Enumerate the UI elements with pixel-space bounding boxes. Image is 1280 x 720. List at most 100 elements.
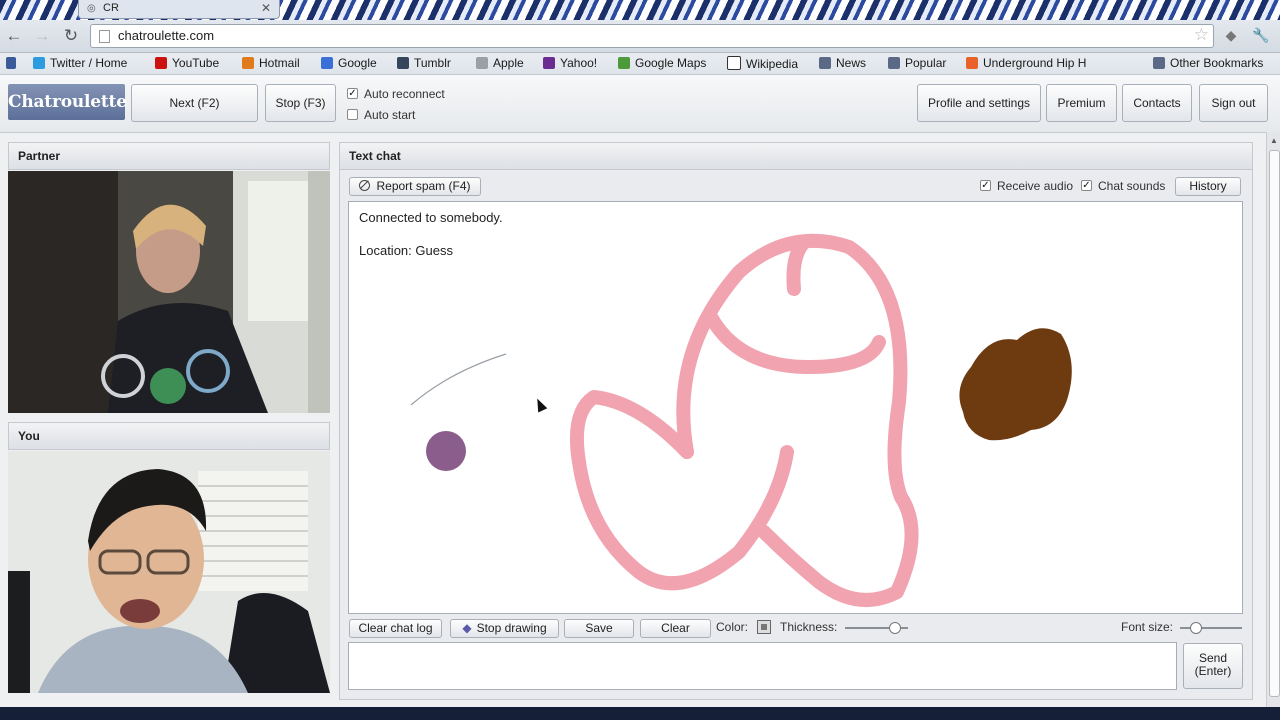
bookmark-label: Twitter / Home <box>50 56 128 70</box>
bookmark-apple[interactable]: Apple <box>476 56 524 70</box>
folder-icon <box>1153 57 1165 69</box>
drawn-brown-blob <box>959 328 1072 441</box>
report-spam-button[interactable]: Report spam (F4) <box>349 177 481 196</box>
receive-audio-checkbox[interactable]: ✓ <box>980 180 991 191</box>
bookmark-label: Popular <box>905 56 947 70</box>
apple-icon <box>476 57 488 69</box>
bookmark-tumblr[interactable]: Tumblr <box>397 56 451 70</box>
reload-icon[interactable]: ↻ <box>61 26 81 46</box>
chat-sounds-label: Chat sounds <box>1098 179 1166 193</box>
bookmark-star-icon[interactable]: ☆ <box>1194 25 1209 45</box>
page-icon <box>99 30 110 43</box>
partner-panel-title: Partner <box>8 142 330 170</box>
bookmark-yahoo[interactable]: Yahoo! <box>543 56 597 70</box>
report-icon <box>359 180 371 191</box>
clear-button[interactable]: Clear <box>640 619 711 638</box>
bookmark-underground[interactable]: Underground Hip H <box>966 56 1086 70</box>
send-button[interactable]: Send (Enter) <box>1183 643 1243 689</box>
youtube-icon <box>155 57 167 69</box>
address-url: chatroulette.com <box>118 28 215 43</box>
wrench-icon[interactable]: 🔧 <box>1252 27 1270 45</box>
bookmark-label: News <box>836 56 867 70</box>
auto-reconnect-label: Auto reconnect <box>364 87 445 101</box>
hotmail-icon <box>242 57 254 69</box>
scroll-up-icon[interactable]: ▲ <box>1270 136 1278 145</box>
chatroulette-logo[interactable]: Chatroulette <box>8 84 127 120</box>
bookmark-label: Tumblr <box>414 56 451 70</box>
google-maps-icon <box>618 57 630 69</box>
drawing-layer <box>410 233 1072 607</box>
premium-button[interactable]: Premium <box>1046 84 1117 122</box>
font-size-slider[interactable] <box>1180 622 1242 634</box>
save-button[interactable]: Save <box>564 619 634 638</box>
partner-video <box>8 171 330 413</box>
auto-start-label: Auto start <box>364 108 416 122</box>
thickness-label: Thickness: <box>780 620 838 634</box>
next-button[interactable]: Next (F2) <box>131 84 258 122</box>
pencil-icon: ◆ <box>462 621 472 635</box>
bookmark-wikipedia[interactable]: Wikipedia <box>727 56 798 71</box>
folder-icon <box>888 57 900 69</box>
tab-close-icon[interactable]: ✕ <box>261 1 271 15</box>
receive-audio-label: Receive audio <box>997 179 1074 193</box>
bookmark-label: Apple <box>493 56 524 70</box>
blogger-icon <box>966 57 978 69</box>
tab-favicon-icon: ◎ <box>87 3 96 14</box>
other-bookmarks-label: Other Bookmarks <box>1170 56 1264 70</box>
chat-sounds-checkbox[interactable]: ✓ <box>1081 180 1092 191</box>
clear-chat-log-button[interactable]: Clear chat log <box>349 619 442 638</box>
history-button[interactable]: History <box>1175 177 1241 196</box>
apps-icon[interactable] <box>6 56 21 70</box>
report-spam-label: Report spam (F4) <box>376 179 471 193</box>
yahoo-icon <box>543 57 555 69</box>
you-panel-title: You <box>8 422 330 450</box>
chat-drawing-canvas[interactable]: Connected to somebody. Location: Guess <box>348 201 1243 614</box>
other-bookmarks[interactable]: Other Bookmarks <box>1153 56 1263 70</box>
tumblr-icon <box>397 57 409 69</box>
google-icon <box>321 57 333 69</box>
scrollbar-thumb[interactable] <box>1269 150 1280 697</box>
bookmark-youtube[interactable]: YouTube <box>155 56 219 70</box>
bookmark-google-maps[interactable]: Google Maps <box>618 56 706 70</box>
sign-out-button[interactable]: Sign out <box>1199 84 1268 122</box>
browser-tab[interactable]: ◎ CR ✕ <box>78 0 280 19</box>
drawn-gray-line <box>410 353 507 406</box>
twitter-icon <box>33 57 45 69</box>
extension-icon[interactable]: ◆ <box>1222 27 1240 45</box>
bookmark-hotmail[interactable]: Hotmail <box>242 56 300 70</box>
bookmark-label: Yahoo! <box>560 56 598 70</box>
auto-reconnect-checkbox[interactable]: ✓ <box>347 88 358 99</box>
bookmark-twitter[interactable]: Twitter / Home <box>33 56 127 70</box>
text-chat-title: Text chat <box>339 142 1253 170</box>
stop-button[interactable]: Stop (F3) <box>265 84 336 122</box>
drawn-pink-shape <box>569 233 919 607</box>
drawn-purple-dot <box>426 431 466 471</box>
bookmark-popular[interactable]: Popular <box>888 56 946 70</box>
wikipedia-icon <box>727 56 741 70</box>
font-size-slider-handle[interactable] <box>1189 622 1202 634</box>
stop-drawing-button[interactable]: ◆ Stop drawing <box>450 619 559 638</box>
auto-start-checkbox[interactable] <box>347 109 358 120</box>
bookmark-google[interactable]: Google <box>321 56 377 70</box>
forward-icon[interactable]: → <box>32 26 52 46</box>
color-label: Color: <box>716 620 749 634</box>
profile-settings-button[interactable]: Profile and settings <box>917 84 1041 122</box>
address-bar[interactable]: chatroulette.com ☆ <box>90 24 1214 48</box>
bookmark-label: Underground Hip H <box>983 56 1087 70</box>
page-scrollbar[interactable]: ▲ <box>1266 132 1280 707</box>
folder-icon <box>819 57 831 69</box>
color-picker[interactable] <box>757 620 771 634</box>
contacts-button[interactable]: Contacts <box>1122 84 1192 122</box>
send-shortcut-label: (Enter) <box>1194 664 1232 678</box>
bookmark-news[interactable]: News <box>819 56 866 70</box>
bookmark-label: Wikipedia <box>746 57 799 71</box>
bookmarks-bar: Twitter / Home YouTube Hotmail Google Tu… <box>0 53 1280 75</box>
stop-drawing-label: Stop drawing <box>476 621 547 635</box>
back-icon[interactable]: ← <box>4 26 24 46</box>
thickness-slider[interactable] <box>845 622 908 634</box>
tab-title: CR <box>103 2 119 14</box>
bookmark-label: Google <box>338 56 377 70</box>
bookmark-label: Google Maps <box>635 56 707 70</box>
your-video <box>8 451 330 693</box>
message-input[interactable] <box>348 642 1177 690</box>
